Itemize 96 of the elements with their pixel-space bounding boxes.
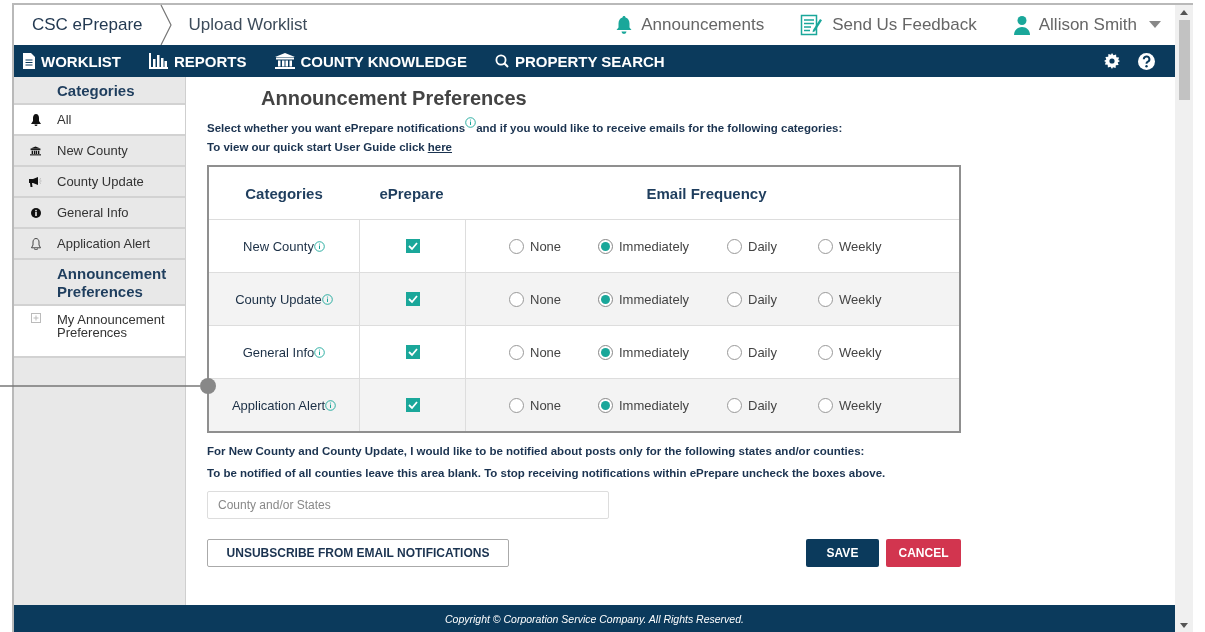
help-icon[interactable] (1138, 52, 1155, 70)
radio-label: None (530, 344, 562, 360)
radio-button[interactable] (598, 397, 613, 413)
radio-label: Immediately (619, 291, 690, 307)
cancel-button[interactable]: CANCEL (886, 539, 961, 567)
info-icon[interactable] (325, 399, 337, 411)
nav-link[interactable]: REPORTS (174, 52, 247, 70)
instruction-text: Select whether you want ePrepare notifications (207, 122, 466, 134)
checkbox[interactable] (405, 398, 420, 412)
breadcrumb-separator-icon (158, 3, 173, 47)
radio-label: None (530, 238, 562, 254)
info-icon[interactable] (321, 293, 333, 305)
search-icon (494, 54, 509, 68)
checkbox[interactable] (405, 345, 420, 359)
bell-icon (30, 113, 41, 126)
radio-label: Daily (748, 291, 777, 307)
checkbox[interactable] (405, 292, 420, 306)
radio-label: Weekly (839, 291, 882, 307)
radio-label: Immediately (619, 344, 690, 360)
page-title: Announcement Preferences (261, 87, 528, 110)
user-menu[interactable]: Allison Smith (1038, 15, 1137, 35)
sidebar-item[interactable]: My Announcement Preferences (14, 306, 185, 358)
header-link[interactable]: Send Us Feedback (832, 15, 977, 35)
radio-label: Daily (748, 397, 777, 413)
brand-name[interactable]: CSC ePrepare (32, 15, 143, 35)
info-icon[interactable] (313, 240, 325, 252)
radio-label: None (530, 397, 562, 413)
sidebar-item[interactable]: General Info (14, 198, 185, 229)
scroll-down-icon[interactable] (1180, 623, 1188, 628)
radio-label: Immediately (619, 397, 690, 413)
settings-icon[interactable] (1104, 53, 1120, 69)
scroll-up-icon[interactable] (1180, 10, 1188, 15)
column-header: Categories (245, 184, 323, 202)
radio-button[interactable] (727, 344, 742, 360)
column-header: Email Frequency (646, 184, 767, 202)
header-link[interactable]: Announcements (641, 15, 765, 35)
info-icon (30, 207, 41, 218)
document-icon (23, 53, 35, 69)
radio-button[interactable] (509, 397, 524, 413)
megaphone-icon (29, 176, 42, 187)
caret-icon[interactable] (1149, 21, 1161, 29)
radio-button[interactable] (727, 291, 742, 307)
instruction-text: and if you would like to receive emails for the following categories: (476, 122, 843, 134)
radio-button[interactable] (818, 344, 833, 360)
info-icon[interactable] (314, 346, 326, 358)
category-name: New County (243, 238, 314, 254)
radio-button[interactable] (598, 344, 613, 360)
scrollbar[interactable] (1175, 5, 1193, 632)
sidebar-item[interactable]: County Update (14, 167, 185, 198)
category-name: Application Alert (231, 397, 326, 413)
checkbox[interactable] (405, 239, 420, 253)
nav-link[interactable]: PROPERTY SEARCH (514, 52, 665, 70)
bar-chart-icon (149, 53, 168, 69)
copyright-text: Copyright © Corporation Service Company. All Rights Reserved. (445, 612, 744, 625)
expand-icon[interactable] (30, 313, 41, 323)
note-text: To be notified of all counties leave this area blank. To stop receiving notifications within ePrepare uncheck the boxes above. (207, 467, 887, 479)
radio-button[interactable] (727, 397, 742, 413)
sidebar-item[interactable]: All (14, 105, 185, 136)
note-text: For New County and County Update, I would like to be notified about posts only for the following states and/or counties: (207, 445, 866, 457)
radio-button[interactable] (509, 291, 524, 307)
nav-link[interactable]: COUNTY KNOWLEDGE (300, 52, 467, 70)
bank-icon (30, 145, 41, 156)
breadcrumb-item[interactable]: Upload Worklist (188, 15, 308, 35)
radio-label: Immediately (619, 238, 690, 254)
radio-button[interactable] (509, 238, 524, 254)
radio-label: Weekly (839, 238, 882, 254)
radio-label: Daily (748, 238, 777, 254)
radio-label: None (530, 291, 562, 307)
radio-button[interactable] (818, 291, 833, 307)
county-field[interactable]: County and/or States (207, 491, 609, 519)
guide-link[interactable]: here (427, 141, 452, 153)
user-icon[interactable] (1012, 15, 1031, 35)
radio-label: Weekly (839, 344, 882, 360)
guide-text: To view our quick start User Guide click (207, 141, 425, 153)
radio-button[interactable] (727, 238, 742, 254)
radio-button[interactable] (598, 238, 613, 254)
sidebar-item[interactable]: New County (14, 136, 185, 167)
category-name: General Info (242, 344, 315, 360)
nav-link[interactable]: WORKLIST (41, 52, 121, 70)
save-button[interactable]: SAVE (806, 539, 879, 567)
radio-button[interactable] (818, 238, 833, 254)
bank-icon (274, 53, 295, 69)
column-header: ePrepare (379, 184, 444, 202)
radio-label: Daily (748, 344, 777, 360)
notepad-icon[interactable] (800, 14, 825, 36)
radio-button[interactable] (818, 397, 833, 413)
unsubscribe-button[interactable]: UNSUBSCRIBE FROM EMAIL NOTIFICATIONS (207, 539, 509, 567)
bell-outline-icon (30, 237, 41, 250)
bell-icon[interactable] (615, 15, 634, 35)
info-icon[interactable] (465, 117, 477, 128)
radio-label: Weekly (839, 397, 882, 413)
category-name: County Update (235, 291, 322, 307)
radio-button[interactable] (598, 291, 613, 307)
sidebar-item[interactable]: Application Alert (14, 229, 185, 260)
radio-button[interactable] (509, 344, 524, 360)
scroll-thumb[interactable] (1178, 20, 1190, 100)
